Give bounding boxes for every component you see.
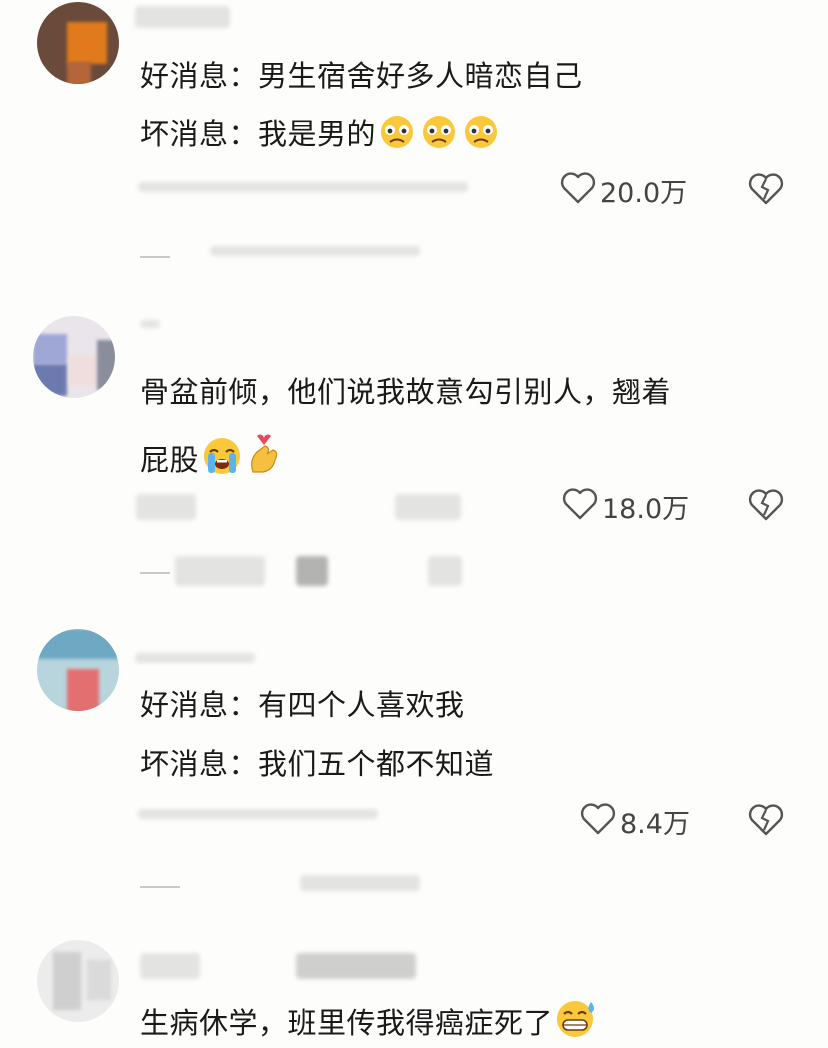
comment-text: 生病休学，班里传我得癌症死了	[140, 1006, 554, 1040]
avatar[interactable]	[37, 2, 119, 84]
username[interactable]	[140, 320, 160, 328]
reply-meta[interactable]	[210, 246, 420, 256]
finger-heart-emoji	[245, 432, 283, 486]
avatar[interactable]	[37, 629, 119, 711]
avatar[interactable]	[37, 940, 119, 1022]
grinning-sweat-face-emoji	[553, 999, 599, 1048]
comment-meta	[138, 182, 468, 192]
comment-text: 屁股	[140, 443, 200, 477]
reply-meta[interactable]	[428, 556, 462, 586]
like-button[interactable]: 8.4万	[580, 801, 690, 841]
like-count: 20.0万	[600, 177, 688, 209]
like-button[interactable]: 20.0万	[560, 170, 687, 210]
comment-text-line-2: 坏消息：我是男的	[140, 114, 502, 160]
comment-text-line-2: 屁股	[140, 432, 283, 486]
comment-text-line-1: 好消息：有四个人喜欢我	[140, 688, 465, 722]
username[interactable]	[135, 653, 255, 663]
like-count: 8.4万	[620, 808, 690, 840]
worried-face-emoji	[460, 114, 502, 160]
comment-text-line-2: 坏消息：我们五个都不知道	[140, 747, 495, 781]
comment-meta	[395, 494, 461, 520]
dislike-button[interactable]	[748, 488, 784, 524]
avatar[interactable]	[33, 316, 115, 398]
reply-divider	[140, 572, 170, 574]
comment-text-line-1: 生病休学，班里传我得癌症死了	[140, 999, 599, 1048]
comment-1: 好消息：男生宿舍好多人暗恋自己 坏消息：我是男的 20.0万	[0, 0, 828, 300]
comment-4: 生病休学，班里传我得癌症死了	[0, 935, 828, 1048]
broken-heart-icon	[748, 173, 784, 210]
reply-meta[interactable]	[296, 556, 328, 586]
broken-heart-icon	[748, 804, 784, 841]
reply-divider	[140, 256, 170, 258]
heart-icon	[562, 487, 598, 525]
heart-icon	[560, 171, 596, 209]
reply-meta[interactable]	[175, 556, 265, 586]
comment-text-line-1: 骨盆前倾，他们说我故意勾引别人，翘着	[140, 375, 672, 409]
username[interactable]	[140, 953, 200, 979]
like-count: 18.0万	[602, 493, 690, 525]
dislike-button[interactable]	[748, 172, 784, 208]
dislike-button[interactable]	[748, 803, 784, 839]
comment-text: 坏消息：我是男的	[140, 117, 377, 151]
username[interactable]	[296, 953, 416, 979]
worried-face-emoji	[418, 114, 460, 160]
reply-divider	[140, 886, 180, 888]
reply-meta[interactable]	[300, 875, 420, 891]
like-button[interactable]: 18.0万	[562, 486, 689, 526]
comment-meta	[138, 809, 378, 819]
comment-2: 骨盆前倾，他们说我故意勾引别人，翘着 屁股 18.0万	[0, 310, 828, 620]
comment-meta	[136, 494, 196, 520]
worried-face-emoji	[376, 114, 418, 160]
username[interactable]	[135, 6, 230, 28]
comment-3: 好消息：有四个人喜欢我 坏消息：我们五个都不知道 8.4万	[0, 625, 828, 930]
comment-text-line-1: 好消息：男生宿舍好多人暗恋自己	[140, 59, 583, 93]
loudly-crying-face-emoji	[199, 436, 245, 486]
broken-heart-icon	[748, 489, 784, 526]
heart-icon	[580, 802, 616, 840]
